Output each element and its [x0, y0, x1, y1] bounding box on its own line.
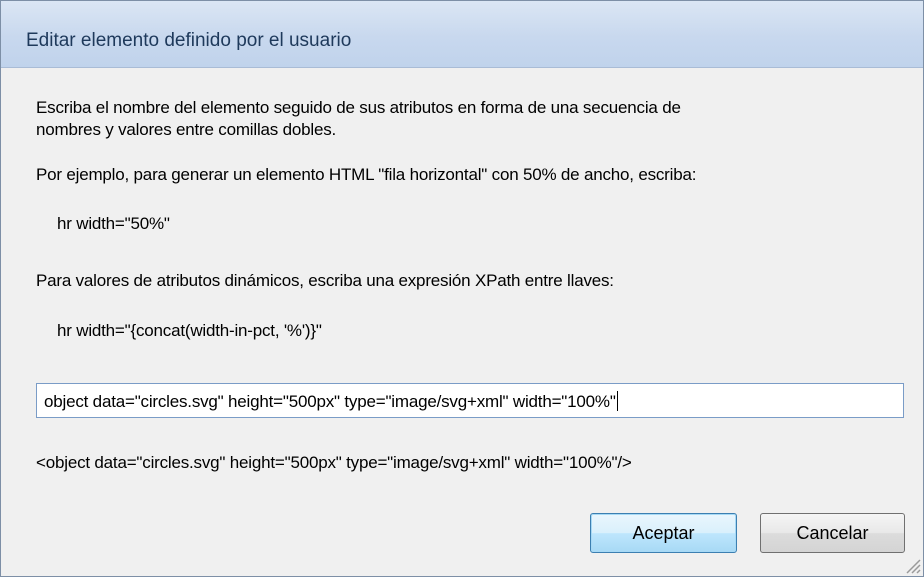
user-defined-element-dialog: Editar elemento definido por el usuario … — [0, 0, 924, 577]
dynamic-code-text: hr width="{concat(width-in-pct, '%')}" — [57, 321, 322, 340]
element-definition-input[interactable]: object data="circles.svg" height="500px"… — [36, 383, 904, 418]
input-value-text: object data="circles.svg" height="500px"… — [44, 392, 616, 411]
dialog-title-bar[interactable]: Editar elemento definido por el usuario — [1, 1, 923, 68]
instructions-line-1: Escriba el nombre del elemento seguido d… — [36, 98, 681, 117]
dialog-title: Editar elemento definido por el usuario — [26, 30, 352, 51]
ok-button[interactable]: Aceptar — [590, 513, 737, 553]
text-caret — [616, 391, 618, 411]
example-intro-text: Por ejemplo, para generar un elemento HT… — [36, 165, 697, 184]
example-code-text: hr width="50%" — [57, 214, 170, 233]
instructions-line-2: nombres y valores entre comillas dobles. — [36, 120, 337, 139]
cancel-button[interactable]: Cancelar — [760, 513, 905, 553]
dynamic-intro-text: Para valores de atributos dinámicos, esc… — [36, 271, 614, 290]
element-definition-input-value[interactable]: object data="circles.svg" height="500px"… — [44, 391, 618, 412]
resize-grip-icon[interactable] — [903, 556, 921, 574]
element-preview-text: <object data="circles.svg" height="500px… — [36, 453, 632, 472]
